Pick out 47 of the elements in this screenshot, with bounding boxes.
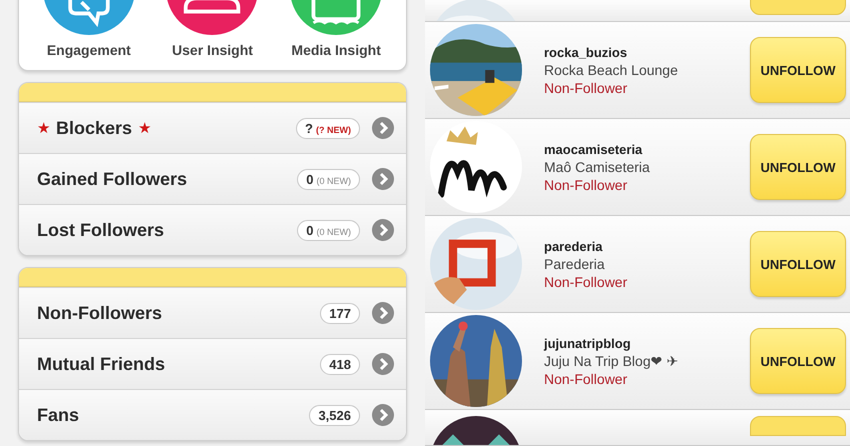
unfollow-button[interactable]: UNFOLLOW <box>750 328 846 394</box>
tile-label[interactable]: Media Insight <box>291 42 381 58</box>
row-label: Mutual Friends <box>37 354 166 374</box>
full-name: Juju Na Trip Blog❤ ✈ <box>544 352 680 368</box>
unfollow-button[interactable]: UNFOLLOW <box>750 231 846 297</box>
full-name: Parederia <box>544 256 606 272</box>
username: parederia <box>544 238 604 254</box>
chevron-icon <box>372 404 394 426</box>
chevron-icon <box>372 302 394 324</box>
count-badge: 3,526 <box>309 404 360 426</box>
status-label: Non-Follower <box>544 370 628 386</box>
chevron-icon <box>372 117 394 139</box>
unfollow-button[interactable] <box>750 416 846 436</box>
menu-row[interactable]: Gained Followers 0 (0 NEW) <box>19 153 406 204</box>
menu-row[interactable]: Lost Followers 0 (0 NEW) <box>19 204 406 255</box>
row-label: Lost Followers <box>37 220 164 240</box>
count-badge: 177 <box>320 302 360 324</box>
menu-row[interactable]: Fans 3,526 <box>19 389 406 440</box>
full-name: Maô Camiseteria <box>544 158 651 174</box>
chevron-icon <box>372 168 394 190</box>
username: rocka_buzios <box>544 44 628 60</box>
tile-label[interactable]: Engagement <box>46 42 131 58</box>
row-label: Fans <box>37 404 80 426</box>
tile-label[interactable]: User Insight <box>172 42 253 58</box>
count-badge: 0 (0 NEW) <box>297 168 360 190</box>
unfollow-button[interactable]: UNFOLLOW <box>750 37 846 103</box>
menu-row[interactable]: Mutual Friends 418 <box>19 338 406 389</box>
star-icon: ★ <box>37 119 50 137</box>
chevron-icon <box>372 353 394 375</box>
row-label: Non-Followers <box>37 302 162 324</box>
row-label: Blockers <box>56 118 132 138</box>
row-label: Gained Followers <box>37 168 188 190</box>
username: jujunatripblog <box>544 336 632 350</box>
menu-row[interactable]: ★ Blockers ★ ? (? NEW) <box>19 102 406 153</box>
star-icon: ★ <box>138 119 152 137</box>
status-label: Non-Follower <box>544 80 628 96</box>
count-badge: ? (? NEW) <box>296 118 360 138</box>
username: maocamiseteria <box>544 142 644 156</box>
count-badge: 0 (0 NEW) <box>297 220 360 240</box>
count-badge: 418 <box>320 354 360 374</box>
full-name: Rocka Beach Lounge <box>544 62 679 78</box>
chevron-icon <box>372 219 394 241</box>
menu-row[interactable]: Non-Followers 177 <box>19 287 406 338</box>
status-label: Non-Follower <box>544 274 628 290</box>
unfollow-button[interactable] <box>750 0 846 15</box>
unfollow-button[interactable]: UNFOLLOW <box>750 134 846 200</box>
status-label: Non-Follower <box>544 176 628 192</box>
